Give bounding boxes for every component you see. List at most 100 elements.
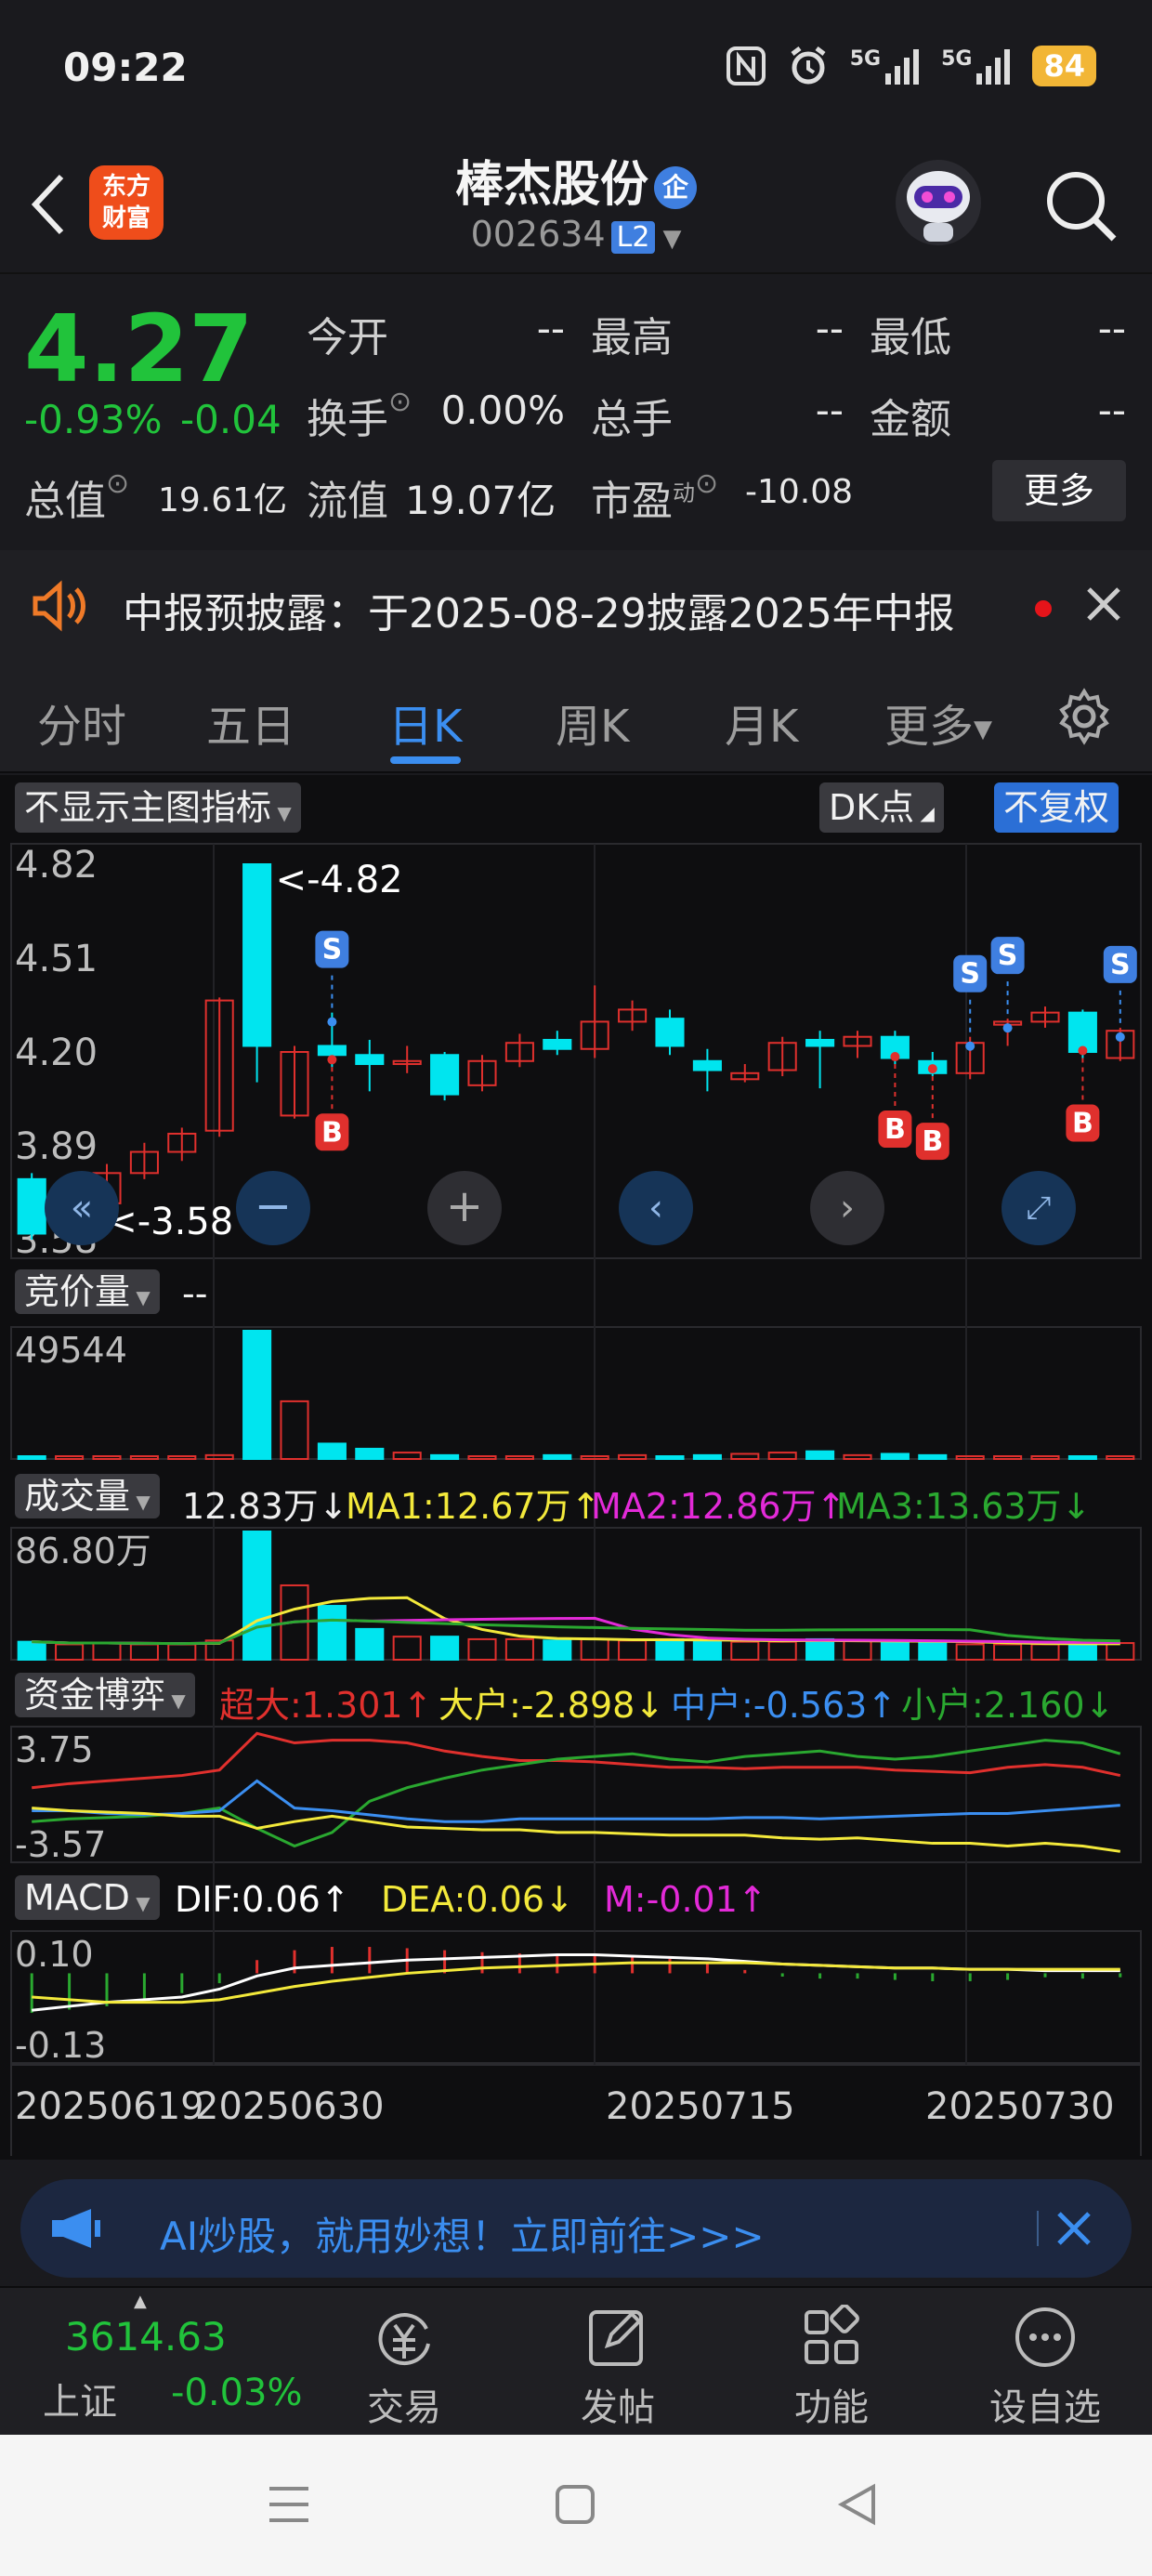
capital-game-select[interactable]: 资金博弈 ▼ [15, 1673, 195, 1717]
signal-5g-2: 5G [941, 47, 1012, 85]
candle-body [805, 1038, 835, 1047]
trade-tab[interactable]: 交易 [297, 2288, 511, 2437]
turnover-value: 0.00% [440, 388, 565, 433]
auction-volume-bar [918, 1453, 948, 1460]
volume-label: 总手 [591, 396, 673, 443]
tab-more[interactable]: 更多▼ [884, 690, 992, 755]
auction-volume-bar [430, 1453, 460, 1460]
panel-frame [10, 1726, 1142, 1863]
volume-bar [167, 1643, 197, 1662]
info-icon[interactable]: ⊙ [388, 386, 412, 418]
auction-volume-bar [1067, 1455, 1097, 1460]
notice-text: 中报预披露：于2025-08-29披露2025年中报 [123, 590, 955, 637]
capital-top-label: 3.75 [15, 1729, 94, 1770]
scroll-left-button[interactable]: ‹ [619, 1171, 693, 1245]
auction-volume-bar [543, 1453, 572, 1460]
tab-daily-k[interactable]: 日K [388, 690, 462, 755]
panel-frame [10, 843, 1142, 1259]
candle-body [655, 1018, 685, 1047]
volume-bar [17, 1640, 46, 1661]
volume-value: -- [815, 388, 844, 433]
zoom-in-button[interactable]: + [427, 1171, 502, 1245]
more-button[interactable]: 更多 [992, 460, 1126, 521]
sell-signal-label: S [998, 940, 1018, 972]
ai-promo-banner[interactable]: AI炒股，就用妙想！立即前往>>> [20, 2179, 1132, 2278]
caret-down-icon: ▼ [129, 1892, 151, 1914]
menu-icon[interactable] [266, 2483, 312, 2526]
info-icon[interactable]: ⊙ [695, 467, 718, 500]
search-icon[interactable] [1041, 165, 1120, 245]
home-icon[interactable] [554, 2483, 596, 2526]
volume-ma2: MA2:12.86万↑ [591, 1486, 846, 1527]
signal-bars-icon [885, 49, 920, 85]
auction-volume-select[interactable]: 竞价量 ▼ [15, 1269, 160, 1314]
app-root: 09:22 5G 5G 84 东方 财富 棒杰股份企 002634 L2 ▼ 4… [0, 0, 1152, 2576]
robot-assistant-icon[interactable] [892, 156, 985, 249]
signal-dot [927, 1064, 937, 1074]
volume-bar [55, 1643, 85, 1662]
signal-bars-icon [976, 49, 1011, 85]
features-tab[interactable]: 功能 [725, 2288, 938, 2437]
macd-select[interactable]: MACD ▼ [15, 1875, 160, 1920]
post-tab[interactable]: 发帖 [511, 2288, 725, 2437]
auction-volume-bar [242, 1330, 272, 1460]
add-watchlist-tab[interactable]: 设自选 [938, 2288, 1152, 2437]
main-indicator-select[interactable]: 不显示主图指标 ▼ [15, 782, 301, 833]
candle-body [317, 1045, 347, 1057]
index-name: 上证 [43, 2381, 117, 2424]
signal-dot [1078, 1045, 1088, 1056]
volume-bar [317, 1605, 347, 1661]
candle-body [430, 1054, 460, 1096]
auction-volume-bar [392, 1452, 422, 1460]
volume-bar [1067, 1642, 1097, 1661]
tab-five-day[interactable]: 五日 [206, 690, 295, 755]
mktcap-value: 19.61亿 [158, 481, 288, 519]
pe-label: 市盈动⊙ [591, 467, 719, 525]
y-tick-label: 3.89 [15, 1125, 98, 1168]
quote-panel: 4.27 -0.93% -0.04 今开 -- 最高 -- 最低 -- 换手⊙ … [0, 276, 1152, 545]
auction-volume-bar [692, 1453, 722, 1460]
adjust-button[interactable]: 不复权 [994, 782, 1119, 833]
zoom-out-button[interactable]: − [236, 1171, 310, 1245]
auction-volume-bar [993, 1455, 1023, 1460]
close-icon[interactable] [1055, 2210, 1093, 2247]
pe-value: -10.08 [745, 473, 854, 511]
caret-down-icon: ▼ [130, 1286, 151, 1308]
index-quote[interactable]: ▲ 3614.63 上证 -0.03% [37, 2288, 303, 2437]
volume-select[interactable]: 成交量 ▼ [15, 1474, 160, 1518]
info-icon[interactable]: ⊙ [106, 467, 129, 500]
signal-dot [1115, 1032, 1125, 1042]
float-value: 19.07亿 [405, 478, 556, 523]
volume-bar [1030, 1643, 1060, 1662]
fullscreen-button[interactable]: ⤢ [1001, 1171, 1076, 1245]
macd-top-label: 0.10 [15, 1934, 94, 1975]
volume-bar [355, 1627, 385, 1662]
panel-max-label: 86.80万 [15, 1531, 151, 1571]
auction-volume-bar [843, 1453, 872, 1460]
auction-volume-bar [1030, 1455, 1060, 1460]
dk-point-button[interactable]: DK点 ◢ [819, 782, 944, 833]
back-icon[interactable] [836, 2481, 879, 2528]
bottom-toolbar: ▲ 3614.63 上证 -0.03% 交易 发帖 功能 设自选 [0, 2286, 1152, 2435]
tab-intraday[interactable]: 分时 [37, 690, 126, 755]
volume-bar [655, 1637, 685, 1661]
tab-weekly-k[interactable]: 周K [556, 690, 629, 755]
active-tab-indicator [390, 756, 461, 764]
change-absolute: -0.04 [180, 397, 281, 442]
capital-small: 小户:2.160↓ [901, 1685, 1115, 1726]
signal-dot [890, 1052, 900, 1062]
amount-value: -- [1097, 388, 1126, 433]
volume-bar [805, 1637, 835, 1661]
volume-bar [880, 1640, 910, 1661]
capital-super: 超大:1.301↑ [219, 1685, 433, 1726]
tab-monthly-k[interactable]: 月K [725, 690, 798, 755]
scroll-left-double-button[interactable]: « [45, 1171, 119, 1245]
gear-icon[interactable] [1055, 688, 1113, 745]
volume-bar [955, 1643, 985, 1662]
dea-line [32, 1961, 1120, 2004]
close-icon[interactable] [1085, 585, 1122, 623]
scroll-right-button[interactable]: › [810, 1171, 884, 1245]
notice-banner[interactable]: 中报预披露：于2025-08-29披露2025年中报 [0, 550, 1152, 662]
sell-signal-label: S [960, 958, 980, 991]
index-value: 3614.63 [65, 2314, 227, 2359]
